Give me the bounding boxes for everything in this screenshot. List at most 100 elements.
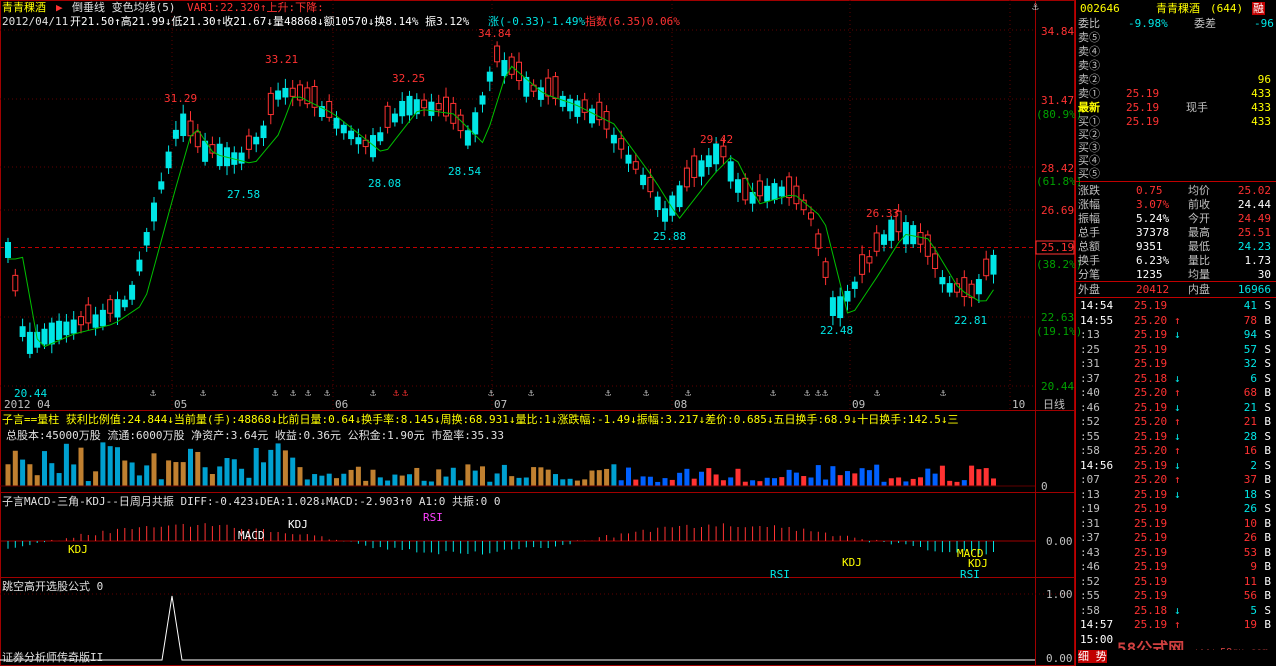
anchor-icon[interactable]: ⚓	[393, 388, 399, 399]
tick-arrow-icon: ↑	[1174, 313, 1181, 327]
volume-bar	[392, 474, 398, 486]
candle-body	[172, 129, 179, 139]
candle-body	[26, 331, 33, 354]
volume-bar	[180, 462, 186, 486]
anchor-icon[interactable]: ⚓	[822, 388, 828, 399]
volume-bar	[49, 463, 55, 486]
tick-time: :07	[1080, 473, 1100, 486]
kdj-label: KDJ	[842, 556, 862, 569]
bid-price: 25.19	[1126, 115, 1160, 128]
tick-side: S	[1264, 357, 1271, 370]
volume-bar	[129, 462, 135, 486]
volume-bar	[487, 481, 493, 486]
jump-formula-line: 跳空高开选股公式 0	[2, 580, 104, 593]
price-label: 31.29	[164, 92, 198, 105]
tick-time: :37	[1080, 371, 1100, 385]
volume-bar	[757, 481, 763, 486]
candle-body	[391, 113, 398, 123]
anchor-icon[interactable]: ⚓	[370, 388, 376, 399]
volume-bar	[450, 467, 456, 486]
anchor-icon[interactable]: ⚓	[770, 388, 776, 399]
candle-body	[326, 101, 333, 118]
volume-bar	[567, 478, 573, 486]
anchor-icon[interactable]: ⚓	[200, 388, 206, 399]
tick-arrow-icon: ↓	[1174, 400, 1181, 414]
bid-volume: 433	[1251, 115, 1271, 128]
stat-row: 总手 37378 最高 25.51	[1076, 226, 1276, 239]
period-tag[interactable]: 日线	[1043, 398, 1065, 411]
stat-value: 3.07%	[1136, 198, 1170, 211]
play-icon[interactable]: ▶	[56, 1, 63, 14]
stat-row: 涨幅 3.07% 前收 24.44	[1076, 198, 1276, 211]
stat-row: 分笔 1235 均量 30	[1076, 268, 1276, 281]
tick-row: :52 25.19 11 B	[1076, 575, 1276, 588]
indicator-names[interactable]: 倒垂线 变色均线(5)	[72, 1, 176, 14]
stat-label: 最高	[1188, 226, 1210, 239]
volume-bar	[888, 478, 894, 486]
price-label: 28.54	[448, 165, 482, 178]
anchor-icon[interactable]: ⚓	[815, 388, 821, 399]
volume-bar	[421, 480, 427, 486]
volume-bar	[969, 465, 975, 486]
anchor-icon[interactable]: ⚓	[402, 388, 408, 399]
candle-body	[859, 254, 866, 275]
tick-volume: 21	[1243, 415, 1257, 428]
volume-bar	[253, 447, 259, 486]
axis-label: 31.47	[1041, 94, 1075, 107]
anchor-icon[interactable]: ⚓	[324, 388, 330, 399]
stock-header[interactable]: 002646 青青稞酒 (644) 融	[1076, 2, 1276, 15]
price-label: 32.25	[392, 72, 426, 85]
candle-body	[705, 155, 712, 168]
volume-bar	[34, 475, 40, 486]
anchor-icon[interactable]: ⚓	[272, 388, 278, 399]
volume-bar	[896, 477, 902, 486]
bottom-tab[interactable]: 细 势	[1076, 650, 1276, 663]
tick-time: :58	[1080, 444, 1100, 457]
volume-bar	[428, 481, 434, 486]
anchor-icon[interactable]: ⚓	[1032, 0, 1039, 13]
bid-row: 买③	[1076, 141, 1276, 154]
stat-value: 6.23%	[1136, 254, 1170, 267]
volume-bar	[195, 451, 201, 486]
candle-body	[910, 225, 917, 245]
tick-price: 25.19	[1134, 328, 1168, 341]
month-label: 07	[494, 398, 508, 411]
kdj-label: KDJ	[288, 518, 308, 531]
candle-body	[63, 321, 70, 336]
anchor-icon[interactable]: ⚓	[528, 388, 534, 399]
anchor-icon[interactable]: ⚓	[804, 388, 810, 399]
candle-body	[187, 120, 194, 137]
volume-bar	[684, 468, 690, 486]
volume-bar	[494, 473, 500, 486]
tick-row: :40 25.20 ↑ 68 B	[1076, 386, 1276, 399]
volume-bar	[750, 480, 756, 486]
anchor-icon[interactable]: ⚓	[150, 388, 156, 399]
tick-time: :40	[1080, 386, 1100, 399]
anchor-icon[interactable]: ⚓	[290, 388, 296, 399]
volume-bar	[735, 468, 741, 486]
anchor-icon[interactable]: ⚓	[874, 388, 880, 399]
anchor-icon[interactable]: ⚓	[605, 388, 611, 399]
volume-bar	[947, 480, 953, 486]
stat-value: 30	[1257, 268, 1271, 281]
volume-bar	[472, 470, 478, 486]
ask-volume: 433	[1251, 87, 1271, 100]
ask-label: 卖④	[1078, 45, 1100, 58]
anchor-icon[interactable]: ⚓	[305, 388, 311, 399]
tick-side: S	[1264, 400, 1271, 414]
stat-value: 5.24%	[1136, 212, 1170, 225]
candle-body	[873, 232, 880, 252]
detail-tab[interactable]: 细 势	[1078, 650, 1107, 663]
anchor-icon[interactable]: ⚓	[643, 388, 649, 399]
footer-title: 证券分析师传奇版II	[2, 651, 104, 664]
tick-time: :25	[1080, 342, 1100, 356]
chart-canvas[interactable]: ⚓ ⚓ ⚓ ⚓ ⚓ ⚓ ⚓ ⚓ ⚓ ⚓ ⚓ ⚓ ⚓ ⚓ ⚓ ⚓ ⚓ ⚓ ⚓ ⚓	[0, 0, 1075, 666]
date-readout: 2012/04/11	[2, 15, 69, 28]
candle-body	[589, 108, 595, 124]
fundamentals-line: 总股本:45000万股 流通:6000万股 净资产:3.64元 收益:0.36元…	[6, 429, 505, 442]
tick-time: :31	[1080, 516, 1100, 530]
anchor-icon[interactable]: ⚓	[940, 388, 946, 399]
candle-body	[340, 124, 347, 134]
tick-price: 25.18	[1134, 371, 1168, 385]
stat-label: 最低	[1188, 240, 1210, 253]
